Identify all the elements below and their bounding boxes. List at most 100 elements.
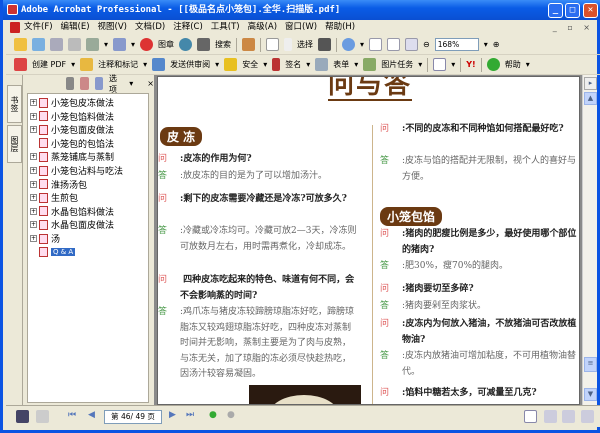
stamp-label[interactable]: 图章 xyxy=(158,39,174,50)
menu-window[interactable]: 窗口(W) xyxy=(285,20,317,35)
stamp-icon[interactable] xyxy=(140,38,154,51)
bookmark-item[interactable]: + 小笼包沾料与吃法 xyxy=(30,164,123,177)
menu-tools[interactable]: 工具(T) xyxy=(211,20,240,35)
maximize-button[interactable]: □ xyxy=(565,3,580,18)
split-arrow[interactable]: ▸ xyxy=(584,77,597,90)
rotate-icon[interactable] xyxy=(433,58,447,71)
select-text-icon[interactable] xyxy=(284,38,293,51)
snapshot-icon[interactable] xyxy=(318,38,332,51)
tab-layers[interactable]: 图层 xyxy=(7,125,22,163)
sign-button[interactable]: 签名 xyxy=(285,59,301,70)
question: 问:皮冻的作用为何? xyxy=(158,152,358,168)
fit-width-icon[interactable] xyxy=(405,38,419,51)
actual-size-icon[interactable] xyxy=(369,38,383,51)
go-back-button[interactable]: ● xyxy=(209,410,217,420)
continuous-facing-icon[interactable] xyxy=(581,410,594,423)
expand-icon[interactable]: + xyxy=(30,167,37,174)
email-icon[interactable] xyxy=(86,38,99,51)
question-text: :猪肉要切至多碎? xyxy=(402,284,474,294)
help-button[interactable]: 帮助 xyxy=(505,59,521,70)
bookmark-item[interactable]: + 小笼包面皮做法 xyxy=(30,123,114,136)
menu-help[interactable]: 帮助(H) xyxy=(325,20,355,35)
expand-icon[interactable]: + xyxy=(30,194,37,202)
expand-icon[interactable]: + xyxy=(30,112,37,120)
select-label[interactable]: 选择 xyxy=(297,39,313,50)
search-label[interactable]: 搜索 xyxy=(215,39,231,50)
comment-button[interactable]: 注释和标记 xyxy=(98,59,138,70)
continuous-icon[interactable] xyxy=(544,410,557,423)
page-number-input[interactable]: 第 46/ 49 页 xyxy=(104,410,162,424)
fit-page-icon[interactable] xyxy=(387,38,401,51)
go-forward-button[interactable]: ● xyxy=(227,410,235,420)
send-review-button[interactable]: 发送供审阅 xyxy=(170,59,210,70)
bookmark-label: 淮扬汤包 xyxy=(51,180,88,191)
scroll-down-button[interactable]: ▼ xyxy=(584,388,597,401)
new-bookmark-icon[interactable] xyxy=(80,77,89,90)
expand-icon[interactable]: + xyxy=(30,153,37,161)
menu-document[interactable]: 文档(D) xyxy=(135,20,165,35)
expand-icon[interactable]: + xyxy=(30,235,37,242)
expand-icon[interactable]: + xyxy=(30,180,37,188)
bookmark-item[interactable]: + 生煎包 xyxy=(30,191,78,204)
expand-icon[interactable]: + xyxy=(30,221,37,229)
yahoo-icon[interactable]: Y! xyxy=(466,60,475,69)
bookmark-icon xyxy=(39,206,48,217)
bookmark-item[interactable]: + 蒸笼铺底与蒸制 xyxy=(30,150,114,163)
zoom-in-button[interactable]: ⊕ xyxy=(493,40,500,49)
zoom-out-button[interactable]: ⊖ xyxy=(423,40,430,49)
expand-icon[interactable] xyxy=(30,140,37,147)
menu-file[interactable]: 文件(F) xyxy=(24,20,53,35)
previous-page-button[interactable]: ◀ xyxy=(88,410,95,420)
expand-icon[interactable]: + xyxy=(30,126,37,134)
expand-icon[interactable]: + xyxy=(30,207,37,215)
open-icon[interactable] xyxy=(14,38,27,51)
delete-bookmark-icon[interactable] xyxy=(66,77,75,90)
web-icon[interactable] xyxy=(179,38,193,51)
bookmark-item[interactable]: + 汤 xyxy=(30,232,60,245)
minimize-button[interactable]: _ xyxy=(548,3,563,18)
organizer-icon[interactable] xyxy=(32,38,45,51)
question-text: :剩下的皮冻需要冷藏还是冷冻?可放多久? xyxy=(180,194,347,204)
attach-icon[interactable] xyxy=(113,38,127,51)
close-pane-button[interactable]: × xyxy=(147,79,154,88)
expand-icon[interactable] xyxy=(30,249,37,256)
menu-advanced[interactable]: 高级(A) xyxy=(248,20,277,35)
read-out-icon[interactable] xyxy=(242,38,256,51)
scroll-thumb[interactable]: ≡ xyxy=(584,357,597,372)
pane-toggle-icon[interactable] xyxy=(16,410,29,423)
expand-bookmark-icon[interactable] xyxy=(94,77,103,90)
close-button[interactable]: ✕ xyxy=(583,3,598,18)
bookmark-item[interactable]: + 水晶包面皮做法 xyxy=(30,218,114,231)
bookmark-item[interactable]: Q & A xyxy=(30,246,76,259)
search-icon[interactable] xyxy=(197,38,211,51)
next-page-button[interactable]: ▶ xyxy=(169,410,176,420)
zoom-level-input[interactable]: 168% xyxy=(434,38,479,51)
vertical-scrollbar[interactable]: ▸ ▲ ≡ ▼ xyxy=(582,75,597,405)
menu-edit[interactable]: 编辑(E) xyxy=(61,20,90,35)
zoom-in-tool-icon[interactable] xyxy=(342,38,356,51)
bookmark-item[interactable]: + 水晶包馅料做法 xyxy=(30,205,114,218)
first-page-button[interactable]: ⏮ xyxy=(68,410,76,420)
hand-tool-icon[interactable] xyxy=(266,38,280,51)
options-menu[interactable]: 选项 xyxy=(109,73,123,95)
single-page-icon[interactable] xyxy=(524,410,537,423)
document-window-controls[interactable]: _ ▫ × xyxy=(553,20,594,35)
bookmark-item[interactable]: + 淮扬汤包 xyxy=(30,178,87,191)
save-icon[interactable] xyxy=(50,38,63,51)
tab-bookmarks[interactable]: 书签 xyxy=(7,85,22,123)
menu-view[interactable]: 视图(V) xyxy=(98,20,127,35)
question: 问:猪肉要切至多碎? xyxy=(380,282,579,298)
bookmark-item[interactable]: + 小笼包皮冻做法 xyxy=(30,96,114,109)
forms-button[interactable]: 表单 xyxy=(333,59,349,70)
last-page-button[interactable]: ⏭ xyxy=(186,410,194,420)
bookmark-item[interactable]: 小笼包的包馅法 xyxy=(30,137,114,150)
facing-icon[interactable] xyxy=(562,410,575,423)
menu-comments[interactable]: 注释(C) xyxy=(173,20,203,35)
print-icon[interactable] xyxy=(68,38,81,51)
expand-icon[interactable]: + xyxy=(30,99,37,106)
secure-button[interactable]: 安全 xyxy=(242,59,258,70)
picture-tasks-button[interactable]: 图片任务 xyxy=(381,59,413,70)
create-pdf-button[interactable]: 创建 PDF xyxy=(32,59,66,70)
scroll-up-button[interactable]: ▲ xyxy=(584,92,597,105)
bookmark-item[interactable]: + 小笼包馅料做法 xyxy=(30,110,114,123)
